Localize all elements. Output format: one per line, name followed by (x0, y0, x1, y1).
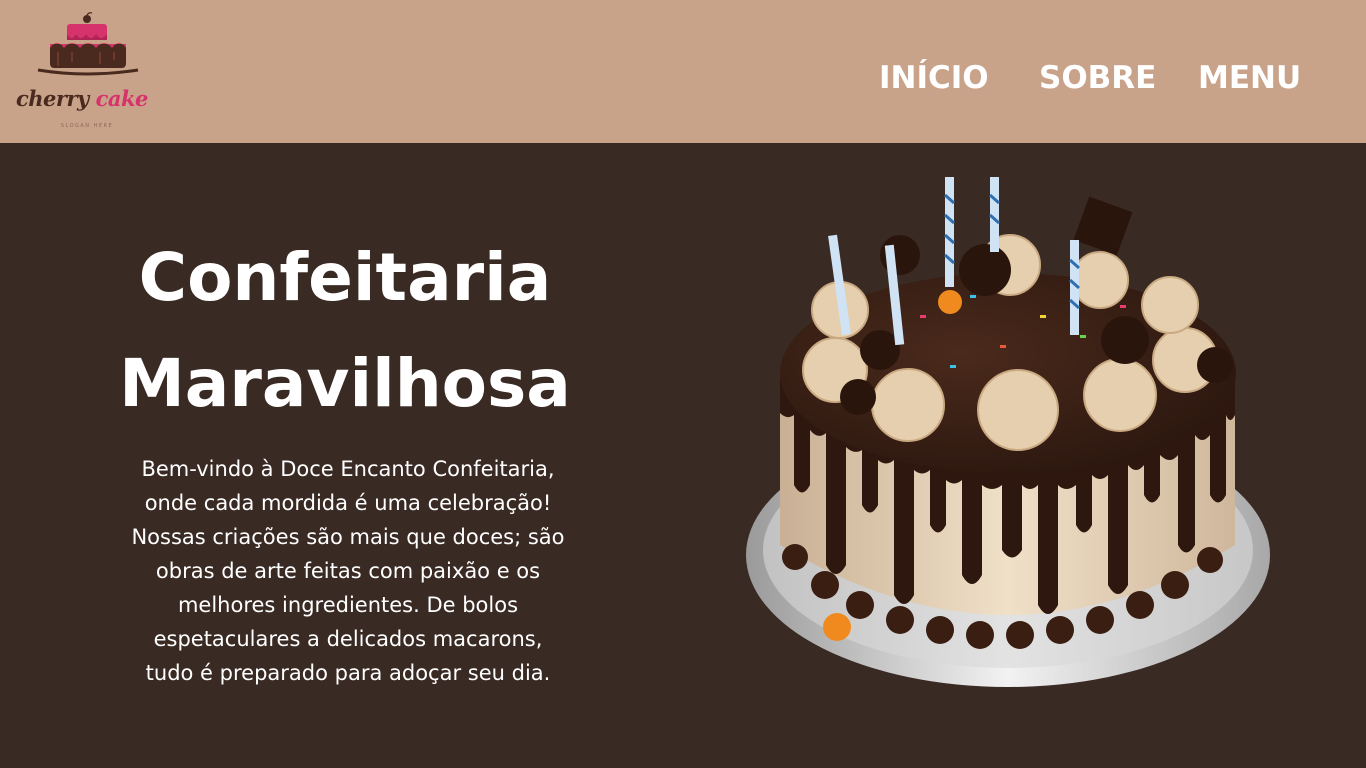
hero-title: Confeitaria Maravilhosa (70, 225, 620, 437)
cake-logo-icon (37, 12, 139, 76)
hero-title-line2: Maravilhosa (119, 345, 571, 422)
nav-sobre[interactable]: SOBRE (1039, 57, 1156, 99)
nav-menu[interactable]: MENU (1198, 57, 1301, 99)
hero-text-line: Nossas criações são mais que doces; são (131, 525, 565, 549)
logo-wordmark: cherry cake (16, 86, 166, 111)
nav-inicio[interactable]: INÍCIO (879, 57, 989, 99)
site-header: cherry cake SLOGAN HERE INÍCIO SOBRE MEN… (0, 0, 1366, 143)
hero-text-line: Bem-vindo à Doce Encanto Confeitaria, (141, 457, 555, 481)
hero-text-line: tudo é preparado para adoçar seu dia. (145, 661, 551, 685)
hero-description: Bem-vindo à Doce Encanto Confeitaria, on… (78, 452, 618, 690)
logo-word-cake: cake (95, 86, 149, 111)
hero-text-line: onde cada mordida é uma celebração! (144, 491, 552, 515)
hero-text-line: espetaculares a delicados macarons, (153, 627, 543, 651)
brand-logo[interactable]: cherry cake SLOGAN HERE (12, 12, 162, 132)
chocolate-drip-cake-image (740, 165, 1280, 700)
hero-title-line1: Confeitaria (138, 239, 552, 316)
logo-word-cherry: cherry (16, 86, 89, 111)
logo-slogan: SLOGAN HERE (60, 123, 114, 129)
hero-text-line: melhores ingredientes. De bolos (177, 593, 519, 617)
hero-text-line: obras de arte feitas com paixão e os (155, 559, 541, 583)
